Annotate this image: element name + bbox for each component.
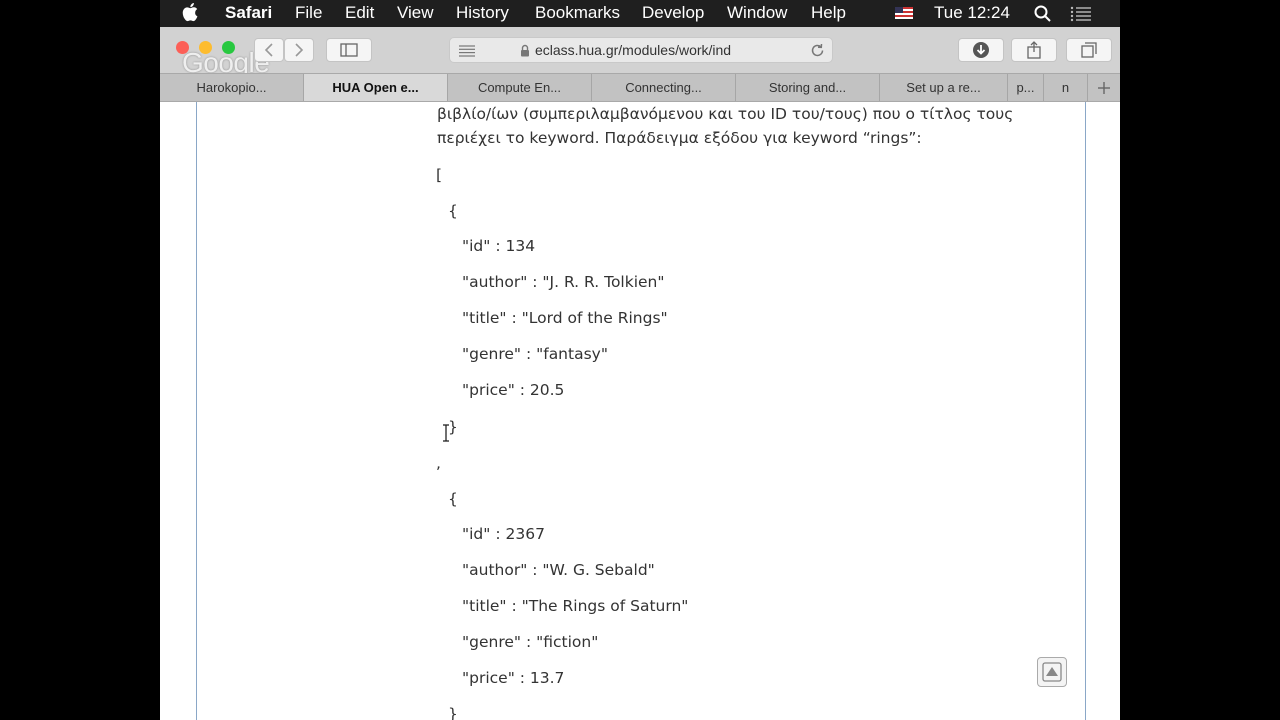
tabs-overview-icon bbox=[1081, 42, 1097, 58]
download-icon bbox=[973, 42, 989, 58]
book-1-price: "price" : 20.5 bbox=[462, 381, 565, 399]
menu-bar: Safari File Edit View History Bookmarks … bbox=[160, 0, 1120, 27]
chevron-right-icon bbox=[295, 43, 304, 57]
browser-toolbar: Google eclass.hua.gr/modules/work/ind bbox=[160, 27, 1120, 78]
book-1-id: "id" : 134 bbox=[462, 237, 536, 255]
book-2-genre: "genre" : "fiction" bbox=[462, 633, 599, 651]
menu-view[interactable]: View bbox=[397, 3, 434, 23]
address-bar[interactable]: eclass.hua.gr/modules/work/ind bbox=[449, 37, 833, 63]
tab-storing-and[interactable]: Storing and... bbox=[736, 74, 880, 101]
us-flag-icon[interactable] bbox=[895, 7, 913, 19]
book-2-author: "author" : "W. G. Sebald" bbox=[462, 561, 655, 579]
tab-hua-open-eclass[interactable]: HUA Open e... bbox=[304, 74, 448, 101]
book-2-price: "price" : 13.7 bbox=[462, 669, 565, 687]
menu-file[interactable]: File bbox=[295, 3, 322, 23]
show-all-tabs-button[interactable] bbox=[1066, 38, 1112, 62]
book-2-title: "title" : "The Rings of Saturn" bbox=[462, 597, 689, 615]
scroll-to-top-button[interactable] bbox=[1037, 657, 1067, 687]
page-content: βιβλίο/ίων (συμπεριλαμβανόμενου και του … bbox=[160, 102, 1120, 720]
content-frame bbox=[196, 102, 1086, 720]
book-1-author: "author" : "J. R. R. Tolkien" bbox=[462, 273, 665, 291]
chevron-left-icon bbox=[264, 43, 273, 57]
tab-pinned-p[interactable]: p... bbox=[1008, 74, 1044, 101]
menu-develop[interactable]: Develop bbox=[642, 3, 704, 23]
tab-pinned-n[interactable]: n bbox=[1044, 74, 1088, 101]
tab-bar: Harokopio... HUA Open e... Compute En...… bbox=[160, 73, 1120, 102]
book-2-id: "id" : 2367 bbox=[462, 525, 545, 543]
reader-view-icon[interactable] bbox=[458, 45, 476, 57]
text-cursor-icon bbox=[443, 424, 449, 442]
sidebar-button[interactable] bbox=[326, 38, 372, 62]
arrow-up-icon bbox=[1042, 662, 1062, 682]
new-tab-button[interactable] bbox=[1088, 74, 1120, 101]
json-open-brace: { bbox=[448, 490, 458, 508]
share-button[interactable] bbox=[1011, 38, 1057, 62]
intro-text-line-1: βιβλίο/ίων (συμπεριλαμβανόμενου και του … bbox=[437, 105, 1014, 123]
tab-set-up[interactable]: Set up a re... bbox=[880, 74, 1008, 101]
book-1-title: "title" : "Lord of the Rings" bbox=[462, 309, 668, 327]
back-button[interactable] bbox=[254, 38, 284, 62]
menu-bookmarks[interactable]: Bookmarks bbox=[535, 3, 620, 23]
json-comma: , bbox=[436, 454, 441, 472]
plus-icon bbox=[1098, 81, 1110, 94]
menu-window[interactable]: Window bbox=[727, 3, 787, 23]
lock-icon bbox=[521, 44, 529, 57]
json-open-bracket: [ bbox=[436, 166, 443, 184]
apple-icon[interactable] bbox=[182, 2, 198, 22]
book-1-genre: "genre" : "fantasy" bbox=[462, 345, 608, 363]
tab-compute-engine[interactable]: Compute En... bbox=[448, 74, 592, 101]
spotlight-search-icon[interactable] bbox=[1034, 5, 1052, 23]
menu-clock[interactable]: Tue 12:24 bbox=[934, 3, 1010, 23]
menu-help[interactable]: Help bbox=[811, 3, 846, 23]
reload-icon[interactable] bbox=[810, 43, 825, 58]
tab-connecting[interactable]: Connecting... bbox=[592, 74, 736, 101]
intro-text-line-2: περιέχει το keyword. Παράδειγμα εξόδου γ… bbox=[437, 129, 922, 147]
url-text: eclass.hua.gr/modules/work/ind bbox=[535, 42, 732, 58]
forward-button[interactable] bbox=[284, 38, 314, 62]
menu-history[interactable]: History bbox=[456, 3, 509, 23]
tab-harokopio[interactable]: Harokopio... bbox=[160, 74, 304, 101]
sidebar-icon bbox=[340, 43, 358, 57]
share-icon bbox=[1027, 41, 1041, 59]
json-close-brace: } bbox=[448, 705, 458, 720]
menu-edit[interactable]: Edit bbox=[345, 3, 374, 23]
safari-window: Safari File Edit View History Bookmarks … bbox=[160, 0, 1120, 720]
json-open-brace: { bbox=[448, 202, 458, 220]
notification-center-icon[interactable] bbox=[1070, 6, 1092, 22]
downloads-button[interactable] bbox=[958, 38, 1004, 62]
menu-app-safari[interactable]: Safari bbox=[225, 3, 272, 23]
